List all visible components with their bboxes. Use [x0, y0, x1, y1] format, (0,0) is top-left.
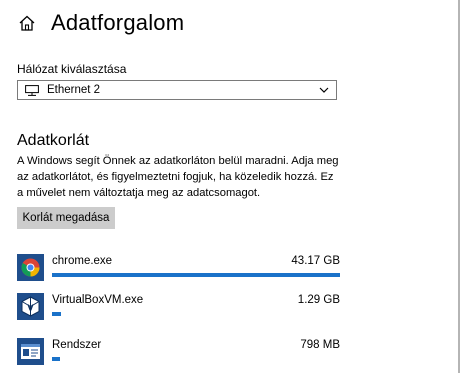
- usage-bar-fill: [52, 357, 60, 361]
- data-limit-description: A Windows segít Önnek az adatkorláton be…: [17, 155, 339, 199]
- data-limit-heading: Adatkorlát: [17, 132, 90, 149]
- page-title: Adatforgalom: [51, 10, 185, 35]
- set-limit-button[interactable]: Korlát megadása: [17, 207, 115, 229]
- app-usage-size: 43.17 GB: [291, 255, 340, 267]
- chrome-icon: [17, 254, 44, 281]
- app-usage-size: 798 MB: [300, 339, 340, 351]
- usage-bar-fill: [52, 273, 340, 277]
- app-usage-item[interactable]: chrome.exe 43.17 GB: [17, 254, 340, 284]
- app-name: Rendszer: [52, 339, 102, 351]
- ethernet-icon: [25, 84, 41, 96]
- page-header: Adatforgalom: [17, 8, 184, 38]
- network-select-label: Hálózat kiválasztása: [17, 62, 127, 76]
- app-name: VirtualBoxVM.exe: [52, 294, 144, 306]
- usage-bar: [52, 357, 340, 361]
- app-usage-item[interactable]: V VirtualBoxVM.exe 1.29 GB: [17, 293, 340, 323]
- app-usage-item[interactable]: Rendszer 798 MB: [17, 338, 340, 368]
- virtualbox-icon: V: [17, 293, 44, 320]
- network-dropdown[interactable]: Ethernet 2: [17, 80, 337, 100]
- usage-bar: [52, 312, 340, 316]
- app-name: chrome.exe: [52, 255, 113, 267]
- home-icon[interactable]: [17, 13, 37, 33]
- chevron-down-icon: [316, 87, 332, 93]
- svg-text:V: V: [27, 304, 34, 313]
- app-usage-size: 1.29 GB: [297, 294, 340, 306]
- usage-bar: [52, 273, 340, 277]
- system-icon: [17, 338, 44, 365]
- usage-bar-fill: [52, 312, 61, 316]
- network-dropdown-value: Ethernet 2: [47, 84, 101, 96]
